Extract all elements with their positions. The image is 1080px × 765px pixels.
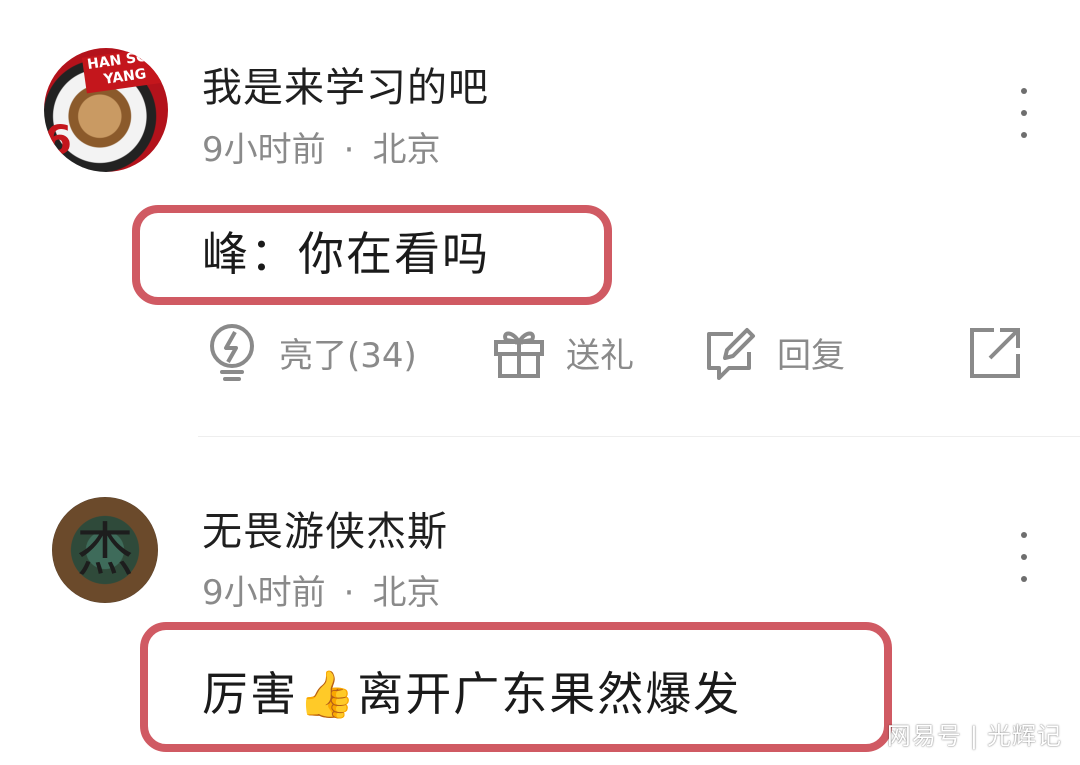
watermark-divider: | [969, 722, 979, 750]
comment-content: 厉害👍离开广东果然爆发 [202, 667, 742, 721]
avatar-mark-text: 杰 [75, 516, 134, 584]
comment-time: 9小时前 [202, 573, 326, 613]
watermark: 网易号 | 光辉记 [887, 716, 1062, 751]
share-button[interactable] [968, 322, 1024, 382]
avatar-badge-text: HAN SCH YANG [81, 48, 167, 94]
gift-label: 送礼 [566, 335, 634, 376]
username[interactable]: 无畏游侠杰斯 [202, 499, 448, 557]
like-button[interactable]: 亮了(34) [205, 322, 417, 382]
comment-location: 北京 [372, 130, 441, 170]
lightbulb-icon [205, 322, 259, 382]
comment-actions: 亮了(34) 送礼 回复 [0, 322, 1080, 382]
meta-separator: · [343, 573, 355, 613]
gift-button[interactable]: 送礼 [492, 322, 634, 382]
username[interactable]: 我是来学习的吧 [202, 55, 489, 113]
reply-button[interactable]: 回复 [703, 322, 845, 382]
comment-item: HAN SCH YANG 6 我是来学习的吧 9小时前 · 北京 峰：你在看吗 亮了… [0, 0, 1080, 436]
comment-time: 9小时前 [202, 130, 326, 170]
gift-icon [492, 322, 546, 382]
avatar-number: 6 [44, 118, 72, 164]
more-options-icon[interactable] [1012, 88, 1036, 138]
share-icon [968, 322, 1024, 382]
avatar[interactable]: 杰 [52, 497, 158, 603]
comment-location: 北京 [372, 573, 441, 613]
edit-icon [703, 322, 757, 382]
meta-separator: · [343, 130, 355, 170]
watermark-author: 光辉记 [987, 722, 1062, 750]
comment-content: 峰：你在看吗 [202, 227, 490, 281]
avatar[interactable]: HAN SCH YANG 6 [44, 48, 168, 172]
more-options-icon[interactable] [1012, 532, 1036, 582]
comment-meta: 9小时前 · 北京 [202, 565, 440, 614]
like-count-label: 亮了(34) [279, 335, 417, 376]
comment-meta: 9小时前 · 北京 [202, 122, 440, 171]
reply-label: 回复 [777, 335, 845, 376]
watermark-source: 网易号 [886, 722, 962, 750]
